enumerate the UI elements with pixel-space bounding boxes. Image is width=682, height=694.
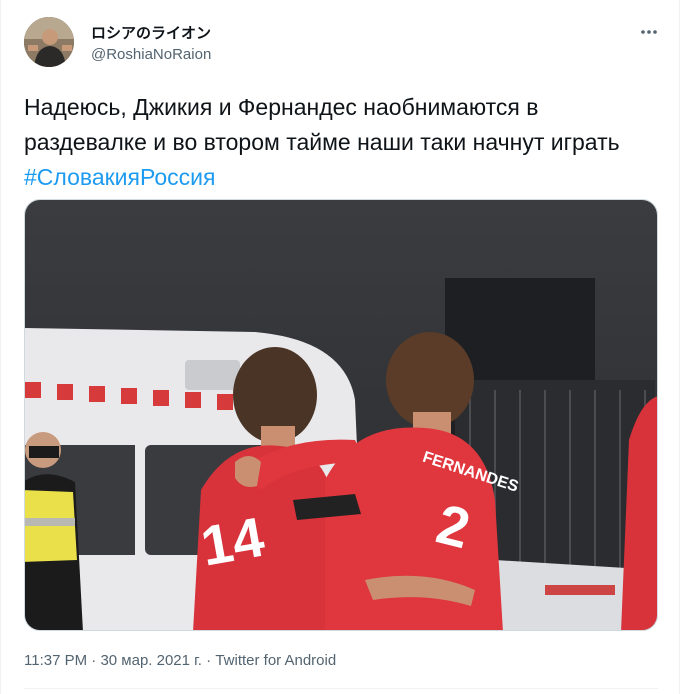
media-photo: FERNANDES 2 14	[25, 200, 657, 630]
tweet-card[interactable]: ロシアのライオン @RoshiaNoRaion Надеюсь, Джикия …	[0, 0, 680, 694]
hashtag-link[interactable]: #СловакияРоссия	[24, 164, 215, 190]
meta-separator: ·	[206, 652, 212, 669]
author-handle[interactable]: @RoshiaNoRaion	[91, 46, 211, 63]
more-dots-icon[interactable]	[638, 22, 660, 42]
meta-separator: ·	[91, 652, 97, 669]
tweet-meta: 11:37 PM · 30 мар. 2021 г. · Twitter for…	[24, 652, 336, 669]
avatar[interactable]	[24, 17, 74, 67]
divider	[24, 688, 658, 689]
tweet-date[interactable]: 30 мар. 2021 г.	[100, 652, 202, 669]
back-number-text: 14	[196, 505, 268, 578]
tweet-media[interactable]: FERNANDES 2 14	[24, 199, 658, 631]
author-name[interactable]: ロシアのライオン	[91, 22, 211, 43]
tweet-time[interactable]: 11:37 PM	[24, 652, 87, 669]
avatar-image	[24, 17, 74, 67]
tweet-body: Надеюсь, Джикия и Фернандес наобнимаются…	[24, 94, 620, 155]
tweet-text: Надеюсь, Джикия и Фернандес наобнимаются…	[24, 90, 654, 195]
tweet-client[interactable]: Twitter for Android	[215, 652, 336, 669]
